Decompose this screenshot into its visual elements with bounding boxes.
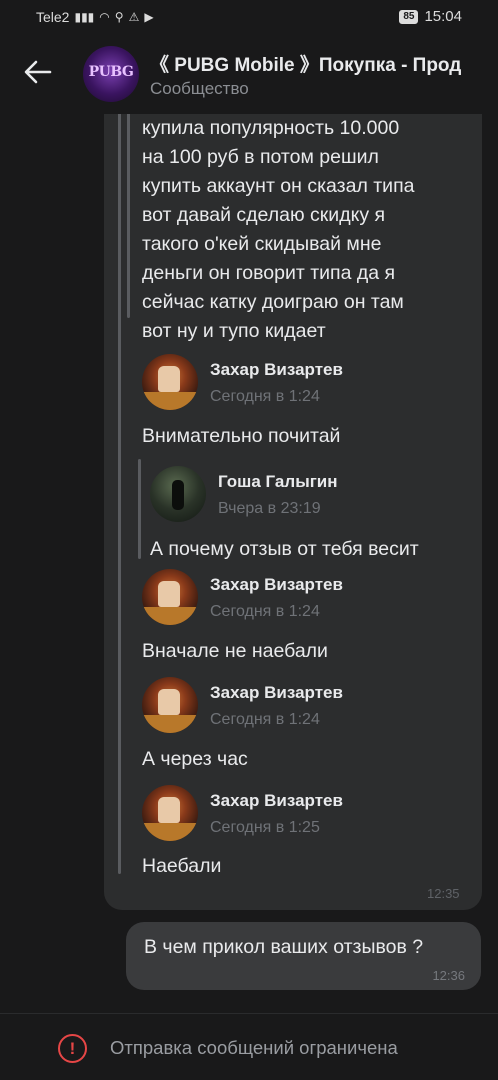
- exclamation-circle-icon: !: [58, 1034, 87, 1063]
- search-icon: ⚲: [114, 10, 124, 24]
- avatar-logo-text: PUBG: [88, 64, 134, 80]
- message-time: Сегодня в 1:25: [210, 819, 320, 836]
- forwarded-message-text: А через час: [142, 748, 248, 770]
- forwarded-message-text: Наебали: [142, 855, 222, 877]
- avatar[interactable]: [142, 354, 198, 410]
- alert-icon: ⚠: [128, 10, 140, 24]
- nested-message-text: А почему отзыв от тебя весит: [150, 538, 419, 560]
- community-avatar[interactable]: PUBG: [83, 46, 139, 102]
- carrier-label: Tele2: [36, 9, 70, 25]
- arrow-left-icon: [24, 60, 52, 84]
- quoted-line: деньги он говорит типа да я: [142, 262, 396, 284]
- message-list[interactable]: купила популярность 10.000 на 100 руб в …: [0, 114, 498, 1014]
- chat-header: PUBG 《 PUBG Mobile 》Покупка - Прод Сообщ…: [0, 34, 498, 114]
- quoted-line: вот давай сделаю скидку я: [142, 204, 386, 226]
- avatar[interactable]: [142, 569, 198, 625]
- quoted-line: такого о'кей скидывай мне: [142, 233, 382, 255]
- quoted-line: на 100 руб в потом решил: [142, 146, 379, 168]
- outgoing-message-text: В чем прикол ваших отзывов ?: [144, 936, 424, 958]
- youtube-icon: ▶: [144, 10, 154, 24]
- message-timestamp: 12:35: [427, 886, 460, 901]
- message-time: Вчера в 23:19: [218, 500, 321, 517]
- quote-bar: [127, 114, 130, 318]
- composer-restricted-bar: ! Отправка сообщений ограничена: [0, 1013, 498, 1080]
- quoted-line: купить аккаунт он сказал типа: [142, 175, 415, 197]
- avatar[interactable]: [142, 785, 198, 841]
- message-time: Сегодня в 1:24: [210, 603, 320, 620]
- forwarded-message-text: Внимательно почитай: [142, 425, 341, 447]
- quoted-line: вот ну и тупо кидает: [142, 320, 326, 342]
- outgoing-message-bubble[interactable]: В чем прикол ваших отзывов ? 12:36: [126, 922, 481, 990]
- message-time: Сегодня в 1:24: [210, 711, 320, 728]
- avatar[interactable]: [142, 677, 198, 733]
- signal-icon: ▮▮▮: [74, 10, 95, 24]
- author-name[interactable]: Захар Визартев: [210, 360, 343, 380]
- quote-bar: [138, 459, 141, 559]
- back-button[interactable]: [18, 52, 58, 92]
- quote-bar: [118, 114, 121, 874]
- forwarded-message-text: Вначале не наебали: [142, 640, 328, 662]
- quoted-line: купила популярность 10.000: [142, 117, 400, 139]
- chat-subtitle: Сообщество: [150, 79, 249, 98]
- author-name[interactable]: Захар Визартев: [210, 791, 343, 811]
- clock: 15:04: [424, 8, 462, 25]
- battery-icon: 85: [399, 9, 419, 24]
- message-timestamp: 12:36: [432, 968, 465, 983]
- avatar[interactable]: [150, 466, 206, 522]
- chat-title[interactable]: 《 PUBG Mobile 》Покупка - Прод: [150, 50, 498, 77]
- wifi-icon: ◠: [99, 10, 110, 24]
- status-bar: Tele2 ▮▮▮ ◠ ⚲ ⚠ ▶ 85 15:04: [0, 0, 498, 34]
- message-time: Сегодня в 1:24: [210, 388, 320, 405]
- author-name[interactable]: Захар Визартев: [210, 683, 343, 703]
- author-name[interactable]: Гоша Галыгин: [218, 472, 338, 492]
- quoted-text-block: купила популярность 10.000 на 100 руб в …: [142, 114, 414, 346]
- quoted-line: сейчас катку доиграю он там: [142, 291, 404, 313]
- restricted-message: Отправка сообщений ограничена: [110, 1037, 398, 1058]
- author-name[interactable]: Захар Визартев: [210, 575, 343, 595]
